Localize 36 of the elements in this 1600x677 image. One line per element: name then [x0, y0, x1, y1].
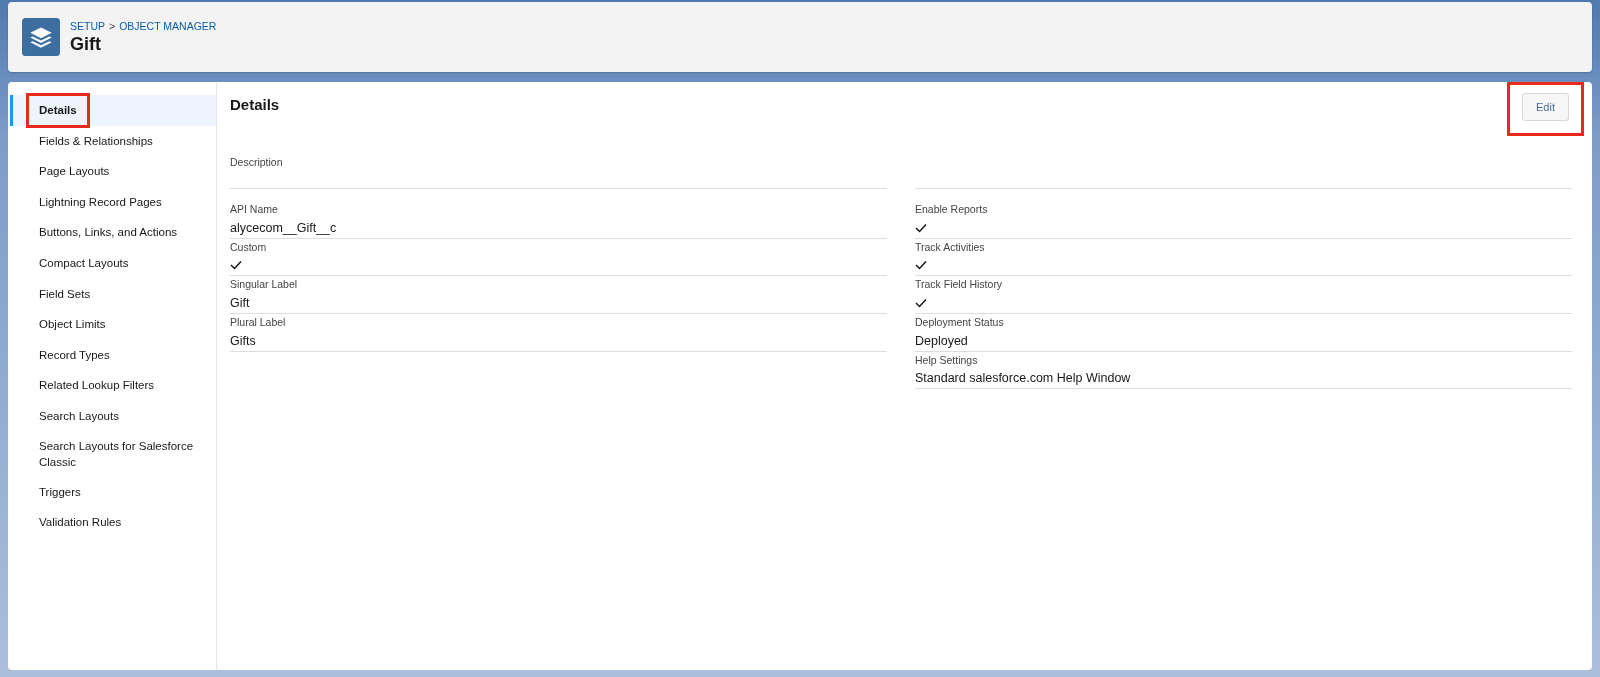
edit-button[interactable]: Edit [1522, 93, 1569, 121]
sidebar-item[interactable]: Related Lookup Filters [10, 370, 216, 401]
field-label: Help Settings [915, 353, 979, 366]
field-label: Track Field History [915, 278, 1004, 291]
sidebar-item[interactable]: Search Layouts [10, 400, 216, 432]
sidebar-item[interactable]: Details [10, 95, 216, 126]
breadcrumb-link[interactable]: SETUP [70, 19, 105, 32]
layers-icon [22, 18, 60, 56]
field-value: Gift [230, 295, 251, 312]
field-label: Custom [230, 240, 268, 253]
field-label: Deployment Status [915, 316, 1005, 329]
field-value: Standard salesforce.com Help Window [915, 370, 1132, 387]
sidebar-item[interactable]: Validation Rules [10, 507, 216, 539]
sidebar-item[interactable]: Search Layouts for Salesforce Classic [10, 431, 216, 477]
sidebar-item[interactable]: Compact Layouts [10, 247, 216, 279]
page-title: Gift [70, 33, 102, 55]
field-value: Gifts [230, 332, 257, 349]
field-label: Track Activities [915, 240, 986, 253]
sidebar-item[interactable]: Field Sets [10, 278, 216, 310]
sidebar-item[interactable]: Page Layouts [10, 156, 216, 187]
sidebar-item[interactable]: Object Limits [10, 309, 216, 340]
sidebar-item[interactable]: Fields & Relationships [10, 125, 216, 157]
breadcrumb-link[interactable]: OBJECT MANAGER [119, 19, 217, 32]
section-title: Details [230, 95, 280, 113]
sidebar-item[interactable]: Triggers [10, 476, 216, 508]
breadcrumb-separator: > [109, 19, 116, 32]
sidebar-item[interactable]: Buttons, Links, and Actions [10, 217, 216, 248]
field-label: Enable Reports [915, 203, 989, 215]
field-label: Singular Label [230, 278, 299, 291]
field-label: Plural Label [230, 316, 287, 329]
sidebar-item[interactable]: Lightning Record Pages [10, 186, 216, 218]
sidebar-item[interactable]: Record Types [10, 339, 216, 371]
field-value: Deployed [915, 332, 969, 349]
field-label: API Name [230, 203, 279, 215]
field-value: alycecom__Gift__c [230, 219, 338, 236]
field-label: Description [230, 155, 284, 168]
